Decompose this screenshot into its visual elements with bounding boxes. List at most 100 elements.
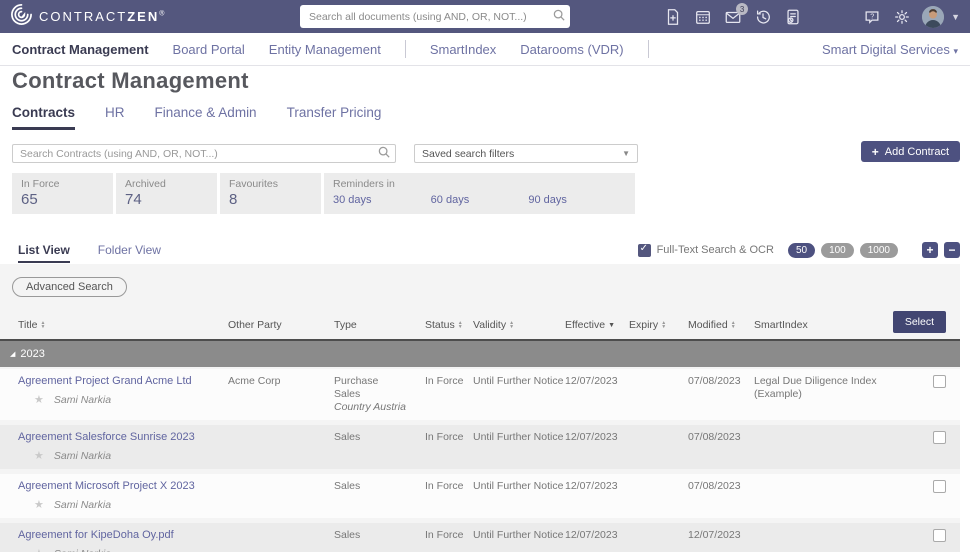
saved-search-filters-select[interactable]: Saved search filters ▼: [414, 144, 638, 163]
tab-transfer-pricing[interactable]: Transfer Pricing: [287, 105, 382, 130]
nav-contract-management[interactable]: Contract Management: [12, 42, 149, 57]
advanced-search-button[interactable]: Advanced Search: [12, 277, 127, 297]
table-row: Agreement Project Grand Acme Ltd ★ Sami …: [0, 369, 960, 420]
tab-finance-admin[interactable]: Finance & Admin: [155, 105, 257, 130]
nav-divider: [405, 40, 406, 58]
column-title[interactable]: Title▲▼: [18, 319, 228, 331]
sort-icon: ▲▼: [661, 321, 666, 329]
cell-effective: 12/07/2023: [565, 529, 629, 542]
fulltext-ocr-checkbox[interactable]: [638, 244, 651, 257]
user-menu-caret-icon[interactable]: ▼: [951, 12, 960, 22]
settings-gear-icon[interactable]: [892, 7, 911, 26]
column-smartindex[interactable]: SmartIndex: [754, 319, 916, 331]
cell-modified: 07/08/2023: [688, 431, 754, 444]
table-row: Agreement Microsoft Project X 2023 ★ Sam…: [0, 474, 960, 518]
favourite-star-icon[interactable]: ★: [34, 548, 44, 552]
nav-entity-management[interactable]: Entity Management: [269, 42, 381, 57]
user-avatar[interactable]: [922, 6, 944, 28]
page-title: Contract Management: [12, 68, 249, 94]
column-status[interactable]: Status▲▼: [425, 319, 473, 331]
favourite-star-icon[interactable]: ★: [34, 499, 44, 512]
cell-type: Sales: [334, 431, 425, 444]
add-contract-button[interactable]: +Add Contract: [861, 141, 960, 162]
contract-title-link[interactable]: Agreement Microsoft Project X 2023: [18, 480, 195, 492]
contract-owner: Sami Narkia: [54, 548, 111, 552]
sort-icon: ▲▼: [458, 321, 463, 329]
stat-favourites-value: 8: [229, 191, 312, 208]
contract-title-link[interactable]: Agreement Salesforce Sunrise 2023: [18, 431, 195, 443]
expand-rows-button[interactable]: +: [922, 242, 938, 258]
reminders-30-days-link[interactable]: 30 days: [333, 194, 431, 206]
cell-effective: 12/07/2023: [565, 480, 629, 493]
nav-smartindex[interactable]: SmartIndex: [430, 42, 496, 57]
search-icon[interactable]: [378, 145, 390, 163]
sort-icon: ▲▼: [731, 321, 736, 329]
column-modified[interactable]: Modified▲▼: [688, 319, 754, 331]
tab-list-view[interactable]: List View: [18, 243, 70, 263]
cell-status: In Force: [425, 375, 473, 388]
stat-favourites[interactable]: Favourites 8: [220, 173, 321, 214]
stat-archived-value: 74: [125, 191, 208, 208]
search-icon[interactable]: [553, 8, 565, 26]
audit-log-icon[interactable]: [783, 7, 802, 26]
column-type[interactable]: Type: [334, 319, 425, 331]
cell-validity: Until Further Notice: [473, 431, 565, 444]
calendar-icon[interactable]: [693, 7, 712, 26]
product-nav: Contract Management Board Portal Entity …: [0, 33, 970, 66]
row-checkbox[interactable]: [933, 431, 946, 444]
logo-spiral-icon: [10, 3, 33, 31]
row-checkbox[interactable]: [933, 375, 946, 388]
new-document-icon[interactable]: [663, 7, 682, 26]
cell-status: In Force: [425, 529, 473, 542]
stat-in-force[interactable]: In Force 65: [12, 173, 113, 214]
nav-datarooms[interactable]: Datarooms (VDR): [520, 42, 623, 57]
collapse-rows-button[interactable]: −: [944, 242, 960, 258]
chevron-down-icon: ▾: [953, 46, 958, 56]
page-size-100-button[interactable]: 100: [821, 243, 854, 258]
help-icon[interactable]: ?: [862, 7, 881, 26]
reminders-90-days-link[interactable]: 90 days: [528, 194, 626, 206]
tab-contracts[interactable]: Contracts: [12, 105, 75, 130]
cell-validity: Until Further Notice: [473, 529, 565, 542]
favourite-star-icon[interactable]: ★: [34, 450, 44, 463]
column-validity[interactable]: Validity▲▼: [473, 319, 565, 331]
favourite-star-icon[interactable]: ★: [34, 394, 44, 407]
column-other-party[interactable]: Other Party: [228, 319, 334, 331]
contractzen-logo[interactable]: CONTRACTZEN®: [10, 3, 166, 31]
sort-desc-icon: ▼: [608, 322, 615, 329]
column-expiry[interactable]: Expiry▲▼: [629, 319, 688, 331]
tab-hr[interactable]: HR: [105, 105, 125, 130]
table-row: Agreement Salesforce Sunrise 2023 ★ Sami…: [0, 425, 960, 469]
reminders-60-days-link[interactable]: 60 days: [431, 194, 529, 206]
contracts-search-input[interactable]: [13, 148, 378, 160]
stat-archived[interactable]: Archived 74: [116, 173, 217, 214]
page-size-1000-button[interactable]: 1000: [860, 243, 898, 258]
column-effective[interactable]: Effective▼: [565, 319, 629, 331]
contract-owner: Sami Narkia: [54, 499, 111, 512]
cell-validity: Until Further Notice: [473, 375, 565, 388]
contract-title-link[interactable]: Agreement for KipeDoha Oy.pdf: [18, 529, 174, 541]
row-checkbox[interactable]: [933, 529, 946, 542]
mail-icon[interactable]: 3: [723, 7, 742, 26]
row-checkbox[interactable]: [933, 480, 946, 493]
cell-validity: Until Further Notice: [473, 480, 565, 493]
global-search-input[interactable]: [300, 11, 553, 23]
stat-reminders: Reminders in 30 days 60 days 90 days: [324, 173, 635, 214]
nav-smart-digital-services[interactable]: Smart Digital Services ▾: [822, 42, 958, 57]
top-bar: CONTRACTZEN® 3 ?: [0, 0, 970, 33]
history-icon[interactable]: [753, 7, 772, 26]
plus-icon: +: [872, 145, 879, 159]
group-row-2023[interactable]: ◢ 2023: [0, 341, 960, 367]
nav-board-portal[interactable]: Board Portal: [173, 42, 245, 57]
cell-status: In Force: [425, 480, 473, 493]
contracts-panel: Advanced Search Title▲▼ Other Party Type…: [0, 264, 960, 552]
select-button[interactable]: Select: [893, 311, 946, 333]
mail-badge: 3: [736, 3, 748, 15]
global-search: [300, 5, 570, 28]
tab-folder-view[interactable]: Folder View: [98, 243, 161, 263]
page-size-50-button[interactable]: 50: [788, 243, 815, 258]
cell-type: Sales: [334, 529, 425, 542]
contract-owner: Sami Narkia: [54, 450, 111, 463]
contract-title-link[interactable]: Agreement Project Grand Acme Ltd: [18, 375, 192, 387]
cell-modified: 07/08/2023: [688, 480, 754, 493]
